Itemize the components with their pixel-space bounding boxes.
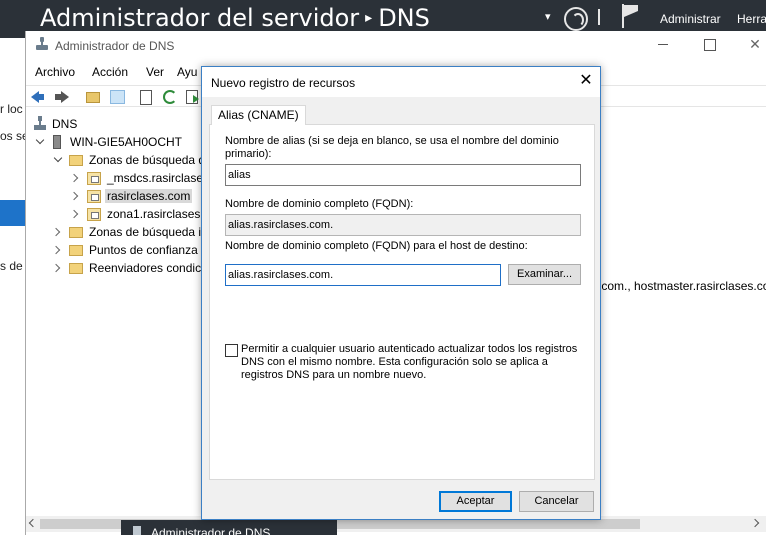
dns-app-icon	[36, 37, 48, 51]
maximize-icon[interactable]	[702, 37, 716, 51]
dns-app-icon	[133, 526, 141, 535]
show-hide-tree-icon[interactable]	[108, 88, 126, 106]
back-arrow-icon[interactable]	[30, 88, 48, 106]
tree-item-label: DNS	[52, 117, 78, 131]
folder-open-icon	[69, 155, 83, 166]
folder-icon	[69, 263, 83, 274]
browse-button[interactable]: Examinar...	[508, 264, 581, 285]
close-icon[interactable]: ✕	[748, 37, 762, 51]
dialog-titlebar[interactable]: Nuevo registro de recursos ✕	[202, 67, 600, 97]
tree-item-trust-points[interactable]: Puntos de confianza	[26, 241, 204, 259]
chevron-right-icon[interactable]	[51, 263, 61, 273]
folder-icon	[69, 245, 83, 256]
dns-server-icon	[34, 116, 46, 132]
allow-update-label[interactable]: Permitir a cualquier usuario autenticado…	[241, 343, 591, 382]
new-resource-record-dialog: Nuevo registro de recursos ✕ Alias (CNAM…	[201, 66, 601, 520]
tree-item-dns[interactable]: DNS	[26, 115, 204, 133]
menu-accion[interactable]: Acción	[92, 65, 128, 79]
chevron-right-icon[interactable]	[51, 245, 61, 255]
tree-item-reverse-zones[interactable]: Zonas de búsqueda in	[26, 223, 204, 241]
properties-icon[interactable]	[137, 88, 155, 106]
target-host-input[interactable]	[225, 264, 501, 286]
tab-panel: Nombre de alias (si se deja en blanco, s…	[209, 124, 595, 480]
details-pane-text: .com., hostmaster.rasirclases.co .	[598, 276, 766, 316]
scroll-left-icon[interactable]	[28, 518, 38, 528]
tree-item-zone-rasirclases[interactable]: rasirclases.com	[26, 187, 204, 205]
zone-icon	[87, 190, 101, 203]
target-host-label: Nombre de dominio completo (FQDN) para e…	[225, 240, 528, 252]
minimize-icon[interactable]	[656, 37, 670, 51]
export-list-icon[interactable]	[184, 88, 202, 106]
dns-console-tree: DNS WIN-GIE5AH0OCHT Zonas de búsqueda d …	[26, 111, 204, 516]
tree-item-label: _msdcs.rasirclases	[107, 171, 204, 185]
tree-item-zone-msdcs[interactable]: _msdcs.rasirclases	[26, 169, 204, 187]
alias-name-input[interactable]	[225, 164, 581, 186]
soa-record-text: .com., hostmaster.rasirclases.co	[598, 279, 766, 293]
menu-archivo[interactable]: Archivo	[35, 65, 75, 79]
close-icon[interactable]: ✕	[578, 73, 594, 89]
breadcrumb-separator-icon: ▸	[365, 10, 373, 26]
refresh-icon[interactable]	[161, 88, 179, 106]
server-manager-title-text: Administrador del servidor	[40, 4, 360, 32]
chevron-down-icon[interactable]: ▾	[545, 10, 551, 23]
background-selected-item[interactable]	[0, 200, 25, 226]
tree-item-label: WIN-GIE5AH0OCHT	[70, 135, 183, 149]
tree-item-server[interactable]: WIN-GIE5AH0OCHT	[26, 133, 204, 151]
dns-window-title: Administrador de DNS	[55, 39, 175, 53]
taskbar-item-label: Administrador de DNS	[151, 526, 271, 535]
scroll-right-icon[interactable]	[750, 518, 760, 528]
chevron-right-icon[interactable]	[69, 209, 79, 219]
chevron-right-icon[interactable]	[69, 173, 79, 183]
zone-icon	[87, 208, 101, 221]
zone-icon	[87, 172, 101, 185]
chevron-right-icon[interactable]	[51, 227, 61, 237]
alias-name-label: Nombre de alias (si se deja en blanco, s…	[225, 135, 559, 160]
tree-item-label: Reenviadores condici	[89, 261, 204, 275]
menu-ver[interactable]: Ver	[146, 65, 164, 79]
chevron-down-icon[interactable]	[35, 135, 45, 145]
tree-item-forward-zones[interactable]: Zonas de búsqueda d	[26, 151, 204, 169]
dialog-title: Nuevo registro de recursos	[211, 76, 356, 90]
refresh-icon[interactable]	[564, 7, 588, 31]
tree-item-label: Zonas de búsqueda d	[89, 153, 204, 167]
tab-alias-cname[interactable]: Alias (CNAME)	[211, 105, 306, 125]
ok-button[interactable]: Aceptar	[439, 491, 512, 512]
folder-icon	[69, 227, 83, 238]
chevron-right-icon[interactable]	[69, 191, 79, 201]
chevron-down-icon[interactable]	[53, 153, 63, 163]
forward-arrow-icon[interactable]	[52, 88, 70, 106]
up-folder-icon[interactable]	[84, 88, 102, 106]
tree-item-label: rasirclases.com	[105, 189, 193, 203]
background-text-fragment: s de	[0, 259, 23, 273]
notifications-flag-icon[interactable]	[622, 4, 640, 28]
menu-ayuda[interactable]: Ayu	[177, 65, 197, 79]
menu-herramientas[interactable]: Herra	[737, 12, 766, 26]
tree-item-label: zona1.rasirclases.c	[107, 207, 204, 221]
tree-item-label: Puntos de confianza	[89, 243, 198, 257]
fqdn-field	[225, 214, 581, 236]
taskbar-item-dns-manager[interactable]: Administrador de DNS	[121, 520, 337, 535]
tree-item-forwarders[interactable]: Reenviadores condici	[26, 259, 204, 277]
allow-update-checkbox[interactable]	[225, 344, 238, 357]
fqdn-label: Nombre de dominio completo (FQDN):	[225, 198, 414, 210]
background-text-fragment: r loc	[0, 102, 23, 116]
header-divider	[598, 9, 600, 25]
soa-record-text: .	[598, 296, 766, 316]
server-manager-title: Administrador del servidor ▸ DNS	[40, 4, 430, 32]
tree-item-label: Zonas de búsqueda in	[89, 225, 204, 239]
server-manager-section: DNS	[378, 4, 430, 32]
dns-window-titlebar[interactable]: Administrador de DNS ✕	[26, 31, 766, 59]
menu-administrar[interactable]: Administrar	[660, 12, 721, 26]
cancel-button[interactable]: Cancelar	[519, 491, 594, 512]
tree-item-zone-zona1[interactable]: zona1.rasirclases.c	[26, 205, 204, 223]
server-icon	[53, 135, 61, 149]
